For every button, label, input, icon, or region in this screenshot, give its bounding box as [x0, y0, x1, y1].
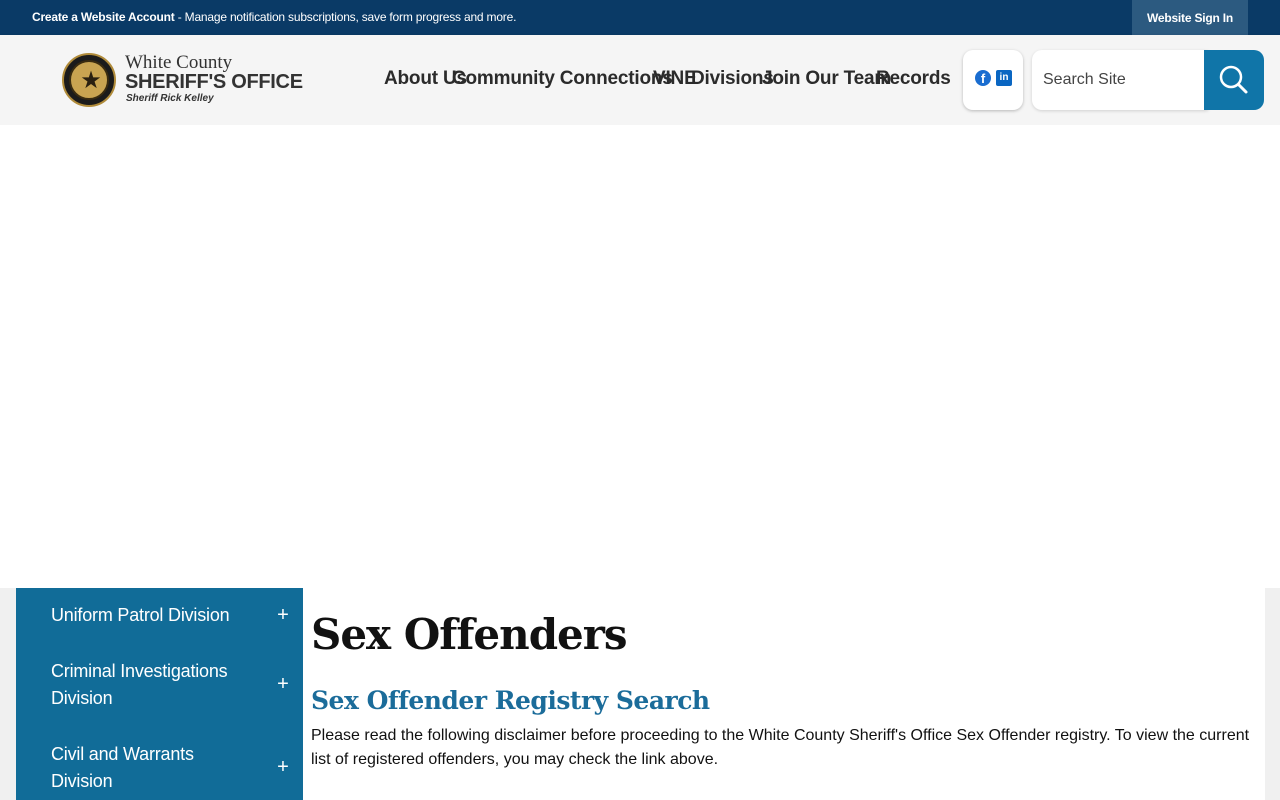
nav-community-connections[interactable]: Community Connections	[452, 68, 673, 90]
expand-icon[interactable]: +	[274, 605, 292, 625]
create-account-link[interactable]: Create a Website Account	[32, 10, 175, 24]
content-area: Uniform Patrol Division + Criminal Inves…	[0, 588, 1280, 800]
facebook-icon[interactable]: f	[975, 70, 991, 86]
sheriff-logo[interactable]: ★ White County SHERIFF'S OFFICE Sheriff …	[62, 52, 322, 108]
account-bar: Create a Website Account - Manage notifi…	[0, 0, 1280, 35]
nav-join-our-team[interactable]: Join Our Team	[762, 68, 891, 90]
side-navigation: Uniform Patrol Division + Criminal Inves…	[16, 588, 303, 800]
sidebar-item-label[interactable]: Civil and Warrants Division	[51, 741, 251, 795]
website-sign-in-button[interactable]: Website Sign In	[1132, 0, 1248, 35]
banner-area	[0, 125, 1280, 588]
star-icon: ★	[80, 67, 102, 94]
nav-vine[interactable]: VINE	[653, 68, 697, 90]
logo-sheriff-name: Sheriff Rick Kelley	[126, 93, 214, 104]
linkedin-icon[interactable]: in	[996, 70, 1012, 86]
account-notice: Create a Website Account - Manage notifi…	[32, 10, 516, 24]
sidebar-item-civil-warrants[interactable]: Civil and Warrants Division +	[16, 741, 303, 795]
search-button[interactable]	[1204, 50, 1264, 110]
sidebar-item-label[interactable]: Criminal Investigations Division	[51, 658, 251, 712]
account-description: - Manage notification subscriptions, sav…	[174, 10, 517, 24]
logo-office-name: SHERIFF'S OFFICE	[125, 71, 303, 93]
expand-icon[interactable]: +	[274, 757, 292, 777]
expand-icon[interactable]: +	[274, 674, 292, 694]
nav-records[interactable]: Records	[876, 68, 951, 90]
disclaimer-text: Please read the following disclaimer bef…	[311, 727, 1250, 768]
registry-search-link[interactable]: Sex Offender Registry Search	[311, 686, 710, 715]
search-icon	[1219, 65, 1248, 94]
badge-ring: ★	[69, 60, 109, 100]
search-input[interactable]	[1032, 50, 1208, 110]
site-header: ★ White County SHERIFF'S OFFICE Sheriff …	[0, 35, 1280, 125]
main-content: Sex Offenders Sex Offender Registry Sear…	[303, 588, 1265, 800]
page-title: Sex Offenders	[311, 610, 628, 659]
site-search	[1032, 50, 1264, 110]
social-links: f in	[963, 50, 1023, 110]
sidebar-item-criminal-investigations[interactable]: Criminal Investigations Division +	[16, 658, 303, 712]
sidebar-item-label[interactable]: Uniform Patrol Division	[51, 602, 251, 629]
sidebar-item-uniform-patrol[interactable]: Uniform Patrol Division +	[16, 602, 303, 630]
sheriff-badge-icon: ★	[62, 53, 116, 107]
